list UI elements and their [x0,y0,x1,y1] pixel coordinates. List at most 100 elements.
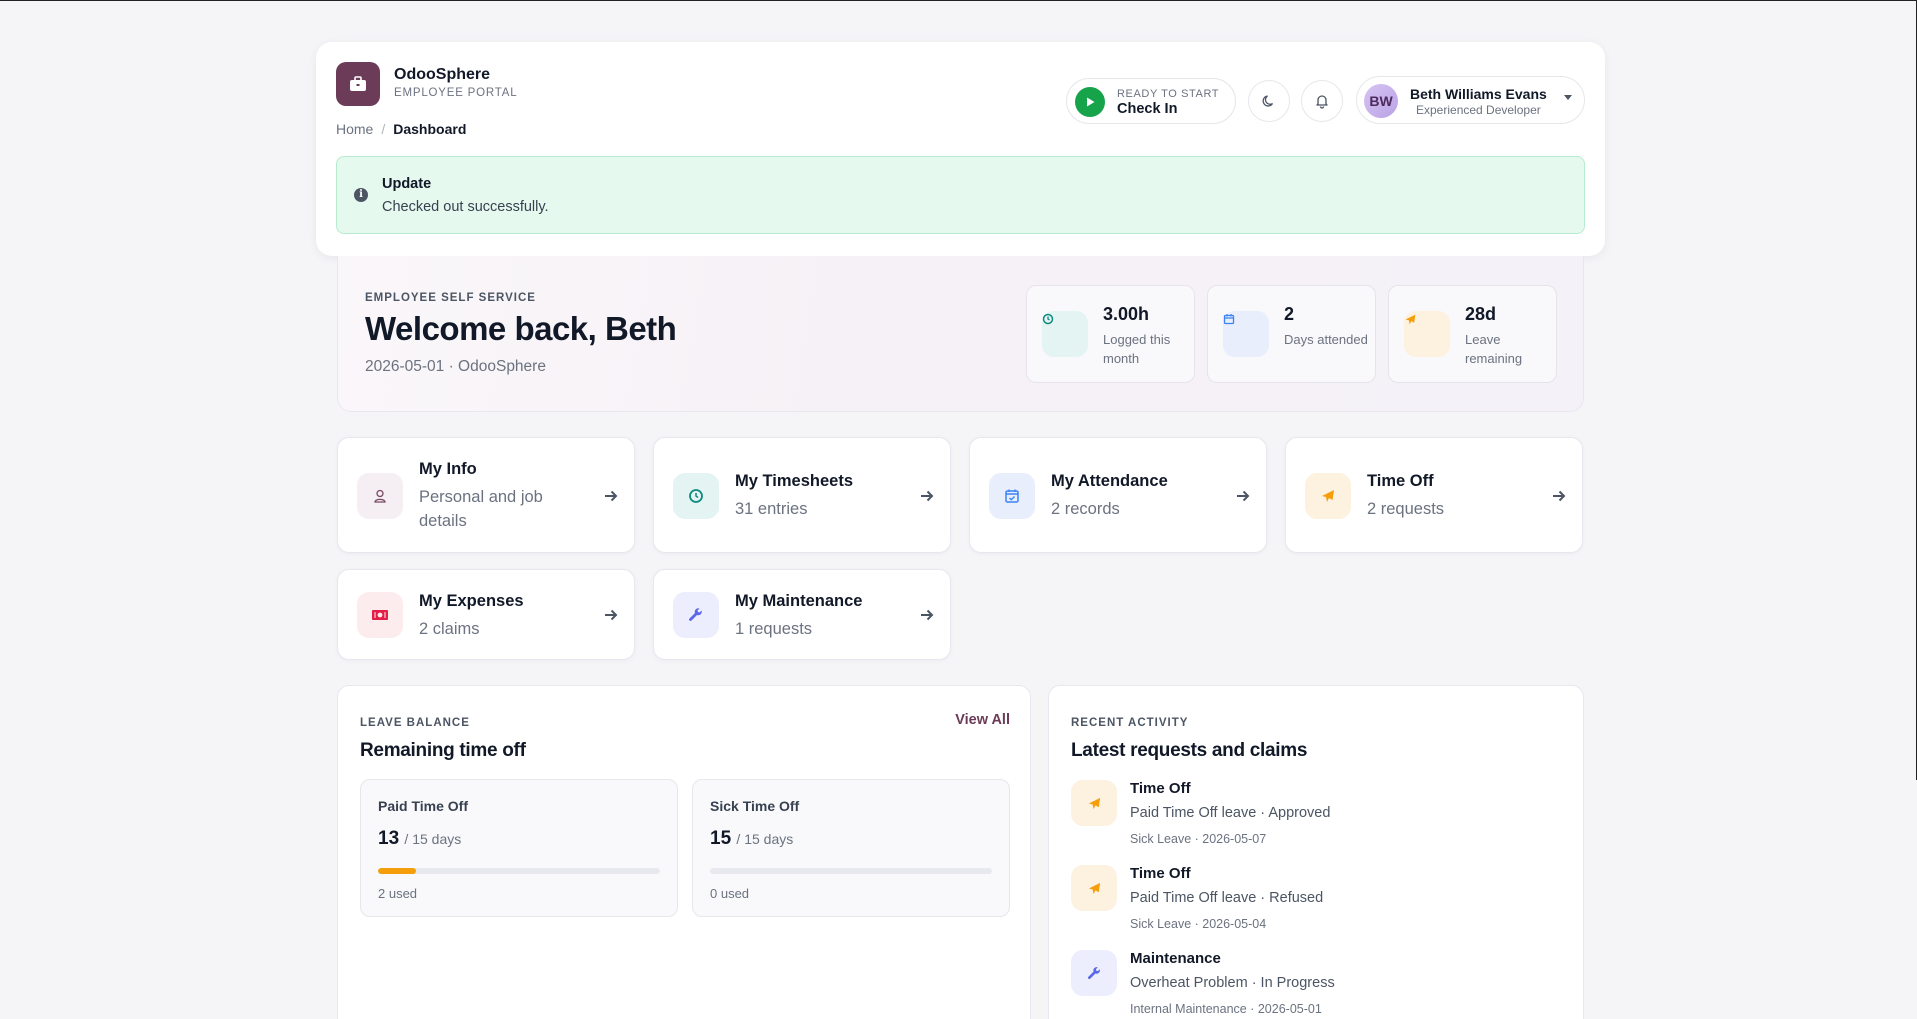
check-in-label: Check In [1117,101,1178,117]
quick-link-title: My Attendance [1051,472,1168,490]
activity-item[interactable]: Time Off Paid Time Off leave · Refused S… [1071,865,1551,945]
user-name: Beth Williams Evans [1410,86,1547,102]
breadcrumb-home[interactable]: Home [336,121,373,137]
briefcase-icon [350,76,366,91]
quick-link-my-timesheets[interactable]: My Timesheets 31 entries [653,437,951,553]
notifications-button[interactable] [1301,80,1343,122]
activity-meta: Sick Leave · 2026-05-07 [1130,832,1267,846]
top-border [0,0,1917,1]
stat-value: 28d [1465,304,1497,324]
activity-meta: Sick Leave · 2026-05-04 [1130,917,1267,931]
info-icon: i [354,188,368,202]
welcome-title: Welcome back, Beth [365,310,677,347]
calendar-icon [1223,314,1235,325]
activity-item[interactable]: Maintenance Overheat Problem · In Progre… [1071,950,1551,1019]
stat-value: 3.00h [1103,304,1150,324]
stat-label: Leave remaining [1465,332,1523,366]
quick-link-title: My Info [419,460,477,478]
balance-total: / 15 days [404,831,462,847]
clock-icon [1042,313,1054,325]
recent-activity-title: Latest requests and claims [1071,740,1308,761]
theme-toggle-button[interactable] [1248,80,1290,122]
stat-value: 2 [1284,304,1295,324]
balance-name: Paid Time Off [378,798,468,814]
calendar-check-icon [989,473,1035,519]
balance-value: 13 / 15 days [378,828,461,850]
quick-link-title: My Expenses [419,592,524,610]
quick-link-subtitle: 2 requests [1367,500,1445,518]
balance-sick-time-off: Sick Time Off 15 / 15 days 0 used [692,779,1010,917]
play-icon [1075,87,1105,117]
brand-subtitle: EMPLOYEE PORTAL [394,87,518,99]
alert-title: Update [382,176,432,192]
check-in-status: READY TO START [1117,88,1220,100]
view-all-link[interactable]: View All [955,712,1010,728]
user-icon [357,473,403,519]
quick-link-my-attendance[interactable]: My Attendance 2 records [969,437,1267,553]
wrench-icon [1071,950,1117,996]
welcome-subtitle: 2026-05-01 · OdooSphere [365,358,546,375]
balance-value: 15 / 15 days [710,828,793,850]
arrow-right-icon [921,609,934,621]
check-in-button[interactable]: READY TO START Check In [1066,78,1236,124]
plane-icon [1071,865,1117,911]
balance-remaining: 15 [710,828,732,849]
activity-title: Time Off [1130,865,1191,882]
activity-description: Overheat Problem · In Progress [1130,975,1335,991]
balance-paid-time-off: Paid Time Off 13 / 15 days 2 used [360,779,678,917]
leave-balance-panel: LEAVE BALANCE Remaining time off View Al… [337,685,1031,1019]
stat-logged-hours: 3.00h Logged this month [1026,285,1195,383]
arrow-right-icon [921,490,934,502]
quick-link-my-info[interactable]: My Info Personal and job details [337,437,635,553]
user-menu[interactable]: BW Beth Williams Evans Experienced Devel… [1356,76,1585,124]
quick-link-title: My Maintenance [735,592,863,610]
header-card: OdooSphere EMPLOYEE PORTAL Home / Dashbo… [316,42,1605,256]
balance-progress-bar [378,868,660,874]
stat-leave-remaining: 28d Leave remaining [1388,285,1557,383]
breadcrumb-separator: / [381,121,386,137]
arrow-right-icon [1237,490,1250,502]
stat-label: Logged this month [1103,332,1171,366]
welcome-card: EMPLOYEE SELF SERVICE Welcome back, Beth… [337,256,1584,412]
stat-days-attended: 2 Days attended [1207,285,1376,383]
caret-down-icon [1564,95,1572,100]
leave-balance-eyebrow: LEAVE BALANCE [360,717,470,729]
activity-description: Paid Time Off leave · Approved [1130,805,1331,821]
quick-link-title: Time Off [1367,472,1434,490]
arrow-right-icon [605,609,618,621]
recent-activity-panel: RECENT ACTIVITY Latest requests and clai… [1048,685,1584,1019]
balance-total: / 15 days [736,831,794,847]
update-alert: i Update Checked out successfully. [336,156,1585,234]
welcome-eyebrow: EMPLOYEE SELF SERVICE [365,292,536,304]
brand-name[interactable]: OdooSphere [394,66,490,84]
quick-link-subtitle: 2 records [1051,500,1120,518]
activity-title: Time Off [1130,780,1191,797]
quick-link-my-maintenance[interactable]: My Maintenance 1 requests [653,569,951,660]
activity-description: Paid Time Off leave · Refused [1130,890,1324,906]
plane-icon [1405,314,1416,325]
bell-icon [1316,95,1328,109]
moon-icon [1262,95,1274,107]
avatar: BW [1364,84,1398,118]
brand-logo[interactable] [336,62,380,106]
alert-message: Checked out successfully. [382,199,549,215]
arrow-right-icon [1553,490,1566,502]
plane-icon [1305,473,1351,519]
quick-link-subtitle: 31 entries [735,500,808,518]
wrench-icon [673,592,719,638]
balance-progress-fill [378,868,416,874]
plane-icon [1071,780,1117,826]
activity-item[interactable]: Time Off Paid Time Off leave · Approved … [1071,780,1551,860]
leave-balance-title: Remaining time off [360,740,526,761]
quick-link-time-off[interactable]: Time Off 2 requests [1285,437,1583,553]
recent-activity-eyebrow: RECENT ACTIVITY [1071,717,1189,729]
quick-link-my-expenses[interactable]: My Expenses 2 claims [337,569,635,660]
quick-link-subtitle: Personal and job details [419,488,543,530]
money-icon [357,592,403,638]
arrow-right-icon [605,490,618,502]
quick-link-subtitle: 2 claims [419,620,480,638]
breadcrumb: Home / Dashboard [336,121,466,137]
balance-name: Sick Time Off [710,798,800,814]
quick-link-subtitle: 1 requests [735,620,813,638]
balance-used: 0 used [710,886,750,901]
